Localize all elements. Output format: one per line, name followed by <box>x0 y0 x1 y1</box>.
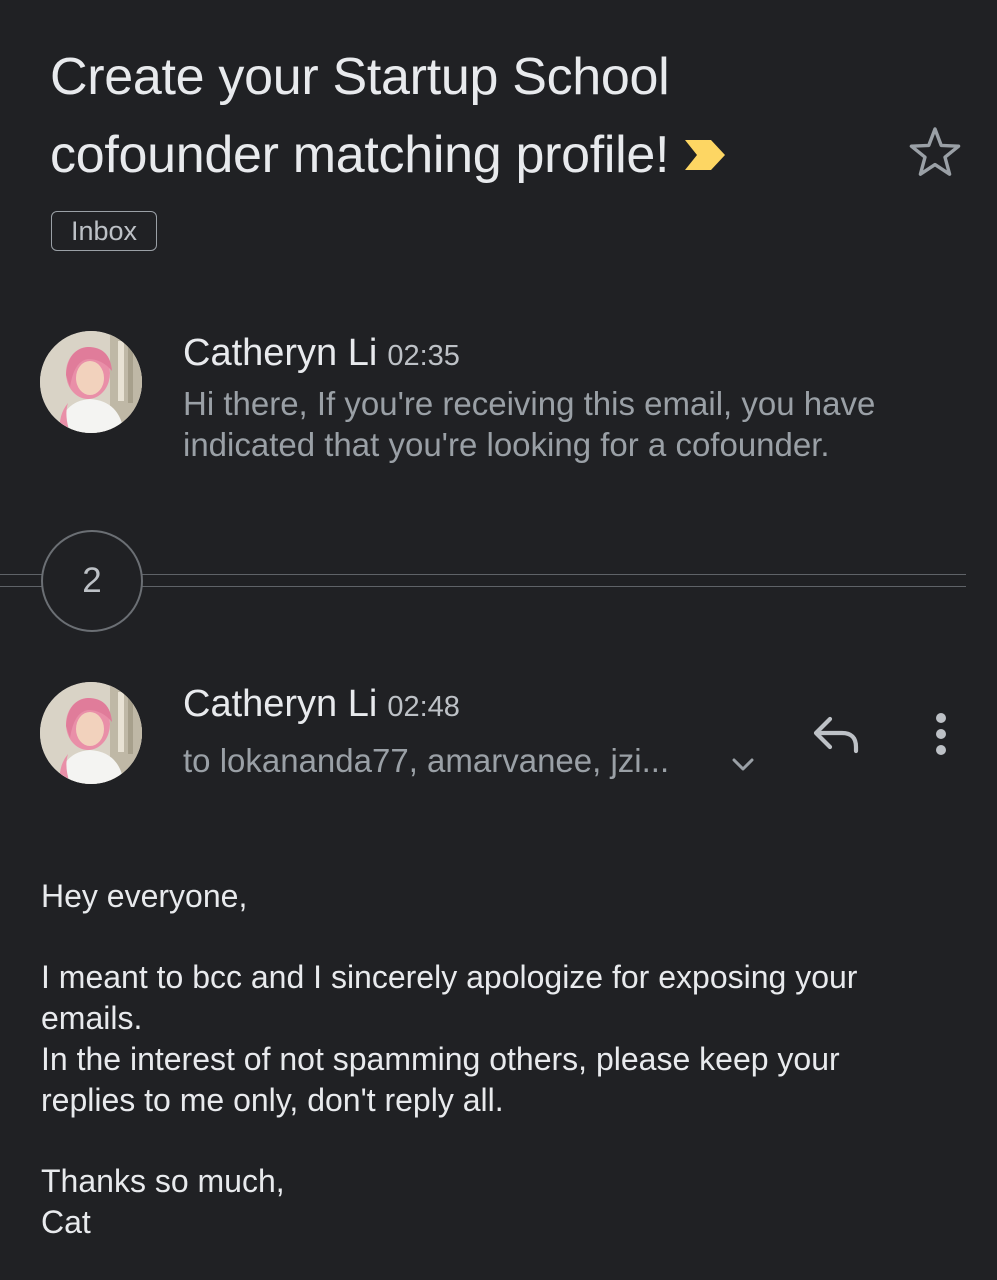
body-line: emails. <box>41 1000 143 1036</box>
subject-line-2-text: cofounder matching profile! <box>50 126 670 184</box>
body-line: I meant to bcc and I sincerely apologize… <box>41 959 858 995</box>
message-snippet[interactable]: Hi there, If you're receiving this email… <box>183 383 963 465</box>
hidden-messages-count[interactable]: 2 <box>41 530 143 632</box>
message-time: 02:35 <box>387 340 460 372</box>
message-2-header[interactable]: Catheryn Li 02:48 <box>183 683 460 726</box>
body-signature: Cat <box>41 1204 91 1240</box>
body-line: replies to me only, don't reply all. <box>41 1082 504 1118</box>
avatar[interactable] <box>40 331 142 433</box>
star-icon[interactable] <box>908 126 962 178</box>
subject-line-2: cofounder matching profile! <box>50 116 850 194</box>
more-vert-icon[interactable] <box>924 708 958 760</box>
body-greeting: Hey everyone, <box>41 878 248 914</box>
divider-line-top <box>0 574 966 575</box>
snippet-line-2: indicated that you're looking for a cofo… <box>183 426 830 463</box>
body-signoff: Thanks so much, <box>41 1163 285 1199</box>
body-line: In the interest of not spamming others, … <box>41 1041 840 1077</box>
recipients-list[interactable]: to lokananda77, amarvanee, jzi... <box>183 742 669 780</box>
subject-line-1: Create your Startup School <box>50 48 670 106</box>
sender-name: Catheryn Li <box>183 332 378 374</box>
inbox-label[interactable]: Inbox <box>51 211 158 251</box>
chevron-down-icon[interactable] <box>728 752 758 776</box>
message-1-header[interactable]: Catheryn Li 02:35 <box>183 332 460 375</box>
email-subject: Create your Startup School cofounder mat… <box>50 38 850 194</box>
reply-icon[interactable] <box>808 710 864 760</box>
importance-marker-icon[interactable] <box>683 116 727 194</box>
message-time: 02:48 <box>387 691 460 723</box>
sender-name: Catheryn Li <box>183 683 378 725</box>
divider-line-bottom <box>0 586 966 587</box>
message-body: Hey everyone, I meant to bcc and I since… <box>41 876 941 1243</box>
snippet-line-1: Hi there, If you're receiving this email… <box>183 385 876 422</box>
avatar[interactable] <box>40 682 142 784</box>
